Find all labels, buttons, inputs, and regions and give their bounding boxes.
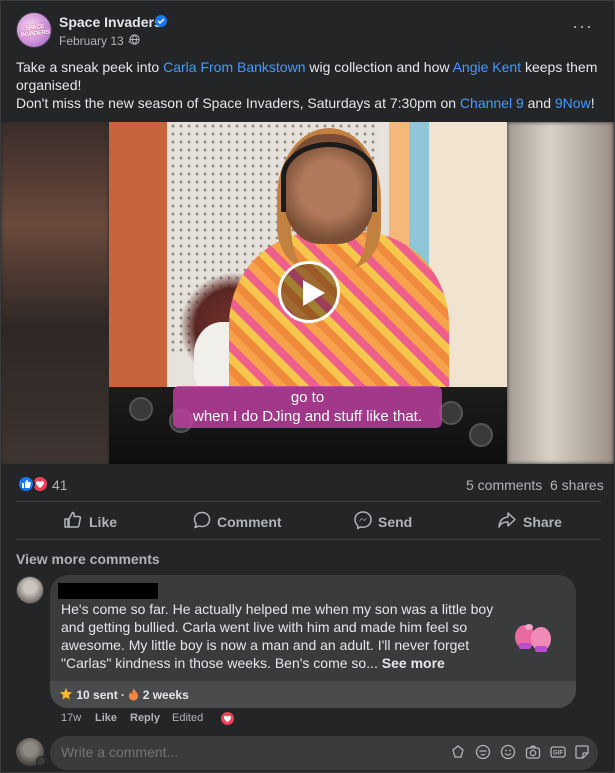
page-name-link[interactable]: Space Invaders xyxy=(59,14,162,30)
comment-input[interactable] xyxy=(61,744,361,760)
deck-knob xyxy=(439,401,463,425)
send-label: Send xyxy=(378,514,413,530)
video-caption: go to when I do DJing and stuff like tha… xyxy=(173,386,442,428)
stars-sent-info[interactable]: 10 sent · 2 weeks xyxy=(59,687,189,702)
thumbs-up-icon xyxy=(64,511,82,528)
camera-icon[interactable] xyxy=(525,744,541,760)
divider xyxy=(16,501,601,502)
star-icon xyxy=(60,688,72,700)
post-text-part: Don't miss the new season of Space Invad… xyxy=(16,95,460,111)
post-text-part: ! xyxy=(590,95,595,111)
avatar-sticker-icon xyxy=(515,624,551,652)
caption-line-2: when I do DJing and stuff like that. xyxy=(192,408,423,425)
view-more-comments-link[interactable]: View more comments xyxy=(16,551,160,567)
video-blur-left xyxy=(1,122,109,464)
heart-icon[interactable] xyxy=(219,710,236,727)
comment-like-button[interactable]: Like xyxy=(95,712,117,724)
comment-bubble-icon xyxy=(193,511,211,529)
like-button[interactable]: Like xyxy=(63,510,143,532)
deck-knob xyxy=(129,397,153,421)
mention-link-carla[interactable]: Carla From Bankstown xyxy=(163,59,305,75)
fire-icon xyxy=(129,688,139,701)
chevron-down-icon[interactable] xyxy=(36,756,46,766)
sticker-icon[interactable] xyxy=(574,744,590,760)
messenger-icon xyxy=(354,511,372,530)
share-button[interactable]: Share xyxy=(497,510,567,532)
like-label: Like xyxy=(89,514,118,530)
video-blur-right xyxy=(507,122,614,464)
svg-text:GIF: GIF xyxy=(553,751,563,757)
comment-reply-button[interactable]: Reply xyxy=(130,712,160,724)
reaction-count[interactable]: 41 xyxy=(52,477,68,493)
comment-button[interactable]: Comment xyxy=(192,510,292,532)
comment-edited-label[interactable]: Edited xyxy=(172,712,203,724)
shares-count-link[interactable]: 6 shares xyxy=(550,477,604,493)
reactions-summary[interactable] xyxy=(17,475,49,493)
avatar-icon[interactable] xyxy=(475,744,491,760)
redacted-commenter-name xyxy=(58,583,158,599)
see-more-link[interactable]: See more xyxy=(382,655,445,671)
post-text-part: wig collection and how xyxy=(305,59,453,75)
comment-text: He's come so far. He actually helped me … xyxy=(61,600,506,672)
more-options-icon[interactable]: ··· xyxy=(572,17,593,35)
sent-count: 10 sent · xyxy=(76,688,129,702)
emoji-icon[interactable] xyxy=(500,744,516,760)
mention-link-angie[interactable]: Angie Kent xyxy=(453,59,522,75)
play-icon xyxy=(303,280,325,306)
deck-knob xyxy=(469,423,493,447)
sent-time: 2 weeks xyxy=(139,688,189,702)
post-text: Take a sneak peek into Carla From Bankst… xyxy=(16,58,606,112)
comment-age[interactable]: 17w xyxy=(61,712,81,724)
post-text-part: Take a sneak peek into xyxy=(16,59,164,75)
divider xyxy=(16,539,601,540)
play-button[interactable] xyxy=(278,261,340,323)
caption-line-1: go to xyxy=(290,389,325,406)
sticker-icon[interactable] xyxy=(450,744,466,760)
page-avatar[interactable]: SPACE INVADERS xyxy=(16,12,52,48)
post-card: SPACE INVADERS Space Invaders February 1… xyxy=(0,0,615,773)
verified-icon xyxy=(155,15,167,27)
post-date[interactable]: February 13 · xyxy=(59,34,131,48)
like-reaction-icon xyxy=(17,475,35,493)
send-button[interactable]: Send xyxy=(353,510,423,532)
gif-icon[interactable]: GIF xyxy=(550,744,566,760)
share-arrow-icon xyxy=(498,512,516,528)
commenter-avatar[interactable] xyxy=(16,576,44,604)
headphones xyxy=(281,142,377,212)
mention-link-channel9[interactable]: Channel 9 xyxy=(460,95,524,111)
post-text-part: and xyxy=(523,95,555,111)
mention-link-9now[interactable]: 9Now xyxy=(555,95,591,111)
comments-count-link[interactable]: 5 comments xyxy=(466,477,542,493)
share-label: Share xyxy=(523,514,562,530)
globe-icon xyxy=(129,34,140,45)
avatar-logo-text: SPACE INVADERS xyxy=(20,24,51,39)
comment-label: Comment xyxy=(217,514,282,530)
